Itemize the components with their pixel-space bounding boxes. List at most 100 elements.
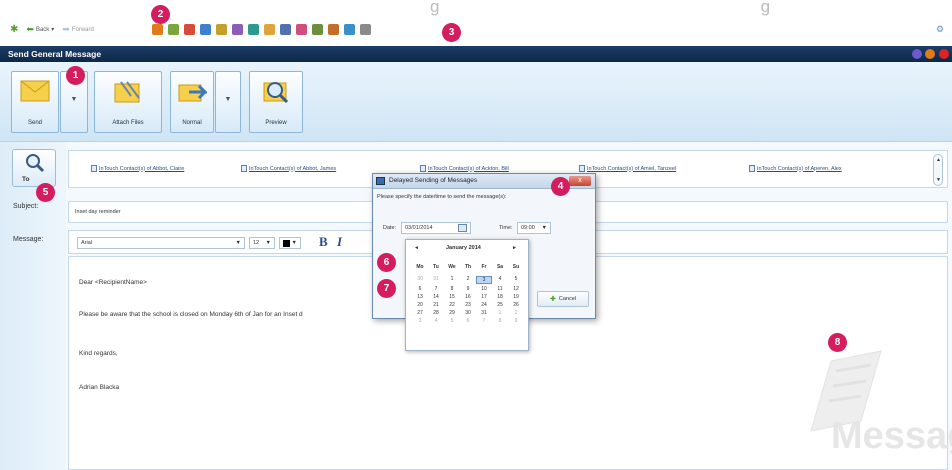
calendar-day[interactable]: 1 <box>444 276 460 284</box>
calendar-day[interactable]: 3 <box>476 276 492 284</box>
toolbar-function-icon[interactable] <box>360 24 371 35</box>
toolbar-function-icon[interactable] <box>344 24 355 35</box>
recipient-contact[interactable]: InTouch Contact(s) of Amiel, Tanzeel <box>579 165 676 172</box>
window-title-bar: Send General Message <box>0 46 952 62</box>
calendar-day[interactable]: 10 <box>476 286 492 292</box>
calendar-day[interactable]: 23 <box>460 302 476 308</box>
calendar-month: January 2014 <box>446 245 481 251</box>
tools-icon[interactable] <box>925 49 935 59</box>
recipient-contact[interactable]: InTouch Contact(s) of Abbot, Claire <box>91 165 184 172</box>
calendar-day[interactable]: 5 <box>508 276 524 284</box>
preview-button[interactable]: Preview <box>249 71 303 133</box>
time-select[interactable]: 09:00 ▼ <box>517 222 551 234</box>
toolbar-function-icon[interactable] <box>168 24 179 35</box>
calendar-icon[interactable] <box>458 224 467 232</box>
calendar-day[interactable]: 29 <box>444 310 460 316</box>
callout-badge-5: 5 <box>36 183 55 202</box>
calendar-day[interactable]: 9 <box>508 318 524 324</box>
dialog-close-button[interactable]: x <box>569 176 591 186</box>
toolbar-function-icon[interactable] <box>264 24 275 35</box>
calendar-day[interactable]: 7 <box>428 286 444 292</box>
cancel-button[interactable]: ✚ Cancel <box>537 291 589 307</box>
close-window-icon[interactable] <box>939 49 949 59</box>
toolbar-function-icon[interactable] <box>312 24 323 35</box>
calendar-day[interactable]: 30 <box>412 276 428 284</box>
home-icon[interactable]: ✱ <box>10 24 18 35</box>
calendar-day[interactable]: 31 <box>476 310 492 316</box>
calendar-day[interactable]: 8 <box>444 286 460 292</box>
calendar-day[interactable]: 26 <box>508 302 524 308</box>
toolbar-function-icon[interactable] <box>280 24 291 35</box>
send-button[interactable]: Send <box>11 71 59 133</box>
priority-dropdown[interactable]: ▼ <box>215 71 241 133</box>
calendar-day[interactable]: 27 <box>412 310 428 316</box>
toolbar-icon-row <box>152 24 371 35</box>
toolbar-function-icon[interactable] <box>184 24 195 35</box>
weekday-label: Fr <box>481 264 487 270</box>
calendar-day[interactable]: 14 <box>428 294 444 300</box>
toolbar-function-icon[interactable] <box>232 24 243 35</box>
settings-icon[interactable]: ⚙ <box>936 24 944 35</box>
window-title: Send General Message <box>8 49 102 59</box>
calendar-day[interactable]: 8 <box>492 318 508 324</box>
recipient-contact[interactable]: InTouch Contact(s) of Aperen, Alex <box>749 165 842 172</box>
calendar-day[interactable]: 16 <box>460 294 476 300</box>
envelope-icon <box>20 80 50 102</box>
to-button[interactable]: To <box>12 149 56 187</box>
font-size-select[interactable]: 12 ▼ <box>249 237 275 249</box>
forward-button[interactable]: ➡ Forward <box>62 24 94 35</box>
calendar-day[interactable]: 22 <box>444 302 460 308</box>
calendar-day[interactable]: 4 <box>428 318 444 324</box>
callout-badge-8: 8 <box>828 333 847 352</box>
calendar-day[interactable]: 6 <box>412 286 428 292</box>
italic-button[interactable]: I <box>337 234 342 250</box>
recipient-contact[interactable]: InTouch Contact(s) of Ackton, Bill <box>420 165 509 172</box>
toolbar-function-icon[interactable] <box>296 24 307 35</box>
toolbar-function-icon[interactable] <box>248 24 259 35</box>
toolbar-function-icon[interactable] <box>200 24 211 35</box>
calendar-weekdays: Mo Tu We Th Fr Sa Su <box>412 264 524 270</box>
calendar-day[interactable]: 24 <box>476 302 492 308</box>
calendar-day[interactable]: 12 <box>508 286 524 292</box>
calendar-day[interactable]: 9 <box>460 286 476 292</box>
toolbar-function-icon[interactable] <box>216 24 227 35</box>
calendar-day[interactable]: 1 <box>492 310 508 316</box>
toolbar-function-icon[interactable] <box>328 24 339 35</box>
ribbon: Send ▼ Attach Files Normal ▼ Preview <box>0 62 952 142</box>
calendar-day[interactable]: 2 <box>460 276 476 284</box>
calendar-day[interactable]: 4 <box>492 276 508 284</box>
calendar-day[interactable]: 28 <box>428 310 444 316</box>
calendar-day[interactable]: 31 <box>428 276 444 284</box>
font-color-select[interactable]: ▼ <box>279 237 301 249</box>
scroll-down-icon[interactable]: ▼ <box>936 177 941 183</box>
priority-normal-button[interactable]: Normal <box>170 71 214 133</box>
font-select[interactable]: Arial ▼ <box>77 237 245 249</box>
back-button[interactable]: ⬅ Back ▾ <box>26 24 54 35</box>
next-month-button[interactable]: ► <box>512 245 517 251</box>
attach-files-button[interactable]: Attach Files <box>94 71 162 133</box>
date-input[interactable]: 03/01/2014 <box>401 222 471 234</box>
bold-button[interactable]: B <box>319 234 328 250</box>
calendar-day[interactable]: 7 <box>476 318 492 324</box>
calendar-day[interactable]: 15 <box>444 294 460 300</box>
calendar-day[interactable]: 25 <box>492 302 508 308</box>
calendar-day[interactable]: 21 <box>428 302 444 308</box>
prev-month-button[interactable]: ◄ <box>414 245 419 251</box>
help-icon[interactable] <box>912 49 922 59</box>
calendar-day[interactable]: 3 <box>412 318 428 324</box>
recipients-scrollbar[interactable]: ▲ ▼ <box>933 154 943 186</box>
calendar-day[interactable]: 5 <box>444 318 460 324</box>
date-picker-calendar: ◄ January 2014 ► Mo Tu We Th Fr Sa Su 30 31 1 2 3 4… <box>405 239 529 351</box>
calendar-day[interactable]: 20 <box>412 302 428 308</box>
calendar-day[interactable]: 2 <box>508 310 524 316</box>
calendar-day[interactable]: 17 <box>476 294 492 300</box>
calendar-day[interactable]: 30 <box>460 310 476 316</box>
calendar-day[interactable]: 6 <box>460 318 476 324</box>
toolbar-function-icon[interactable] <box>152 24 163 35</box>
calendar-day[interactable]: 13 <box>412 294 428 300</box>
calendar-day[interactable]: 11 <box>492 286 508 292</box>
calendar-day[interactable]: 18 <box>492 294 508 300</box>
scroll-up-icon[interactable]: ▲ <box>936 157 941 163</box>
calendar-day[interactable]: 19 <box>508 294 524 300</box>
recipient-contact[interactable]: InTouch Contact(s) of Abbot, James <box>241 165 336 172</box>
